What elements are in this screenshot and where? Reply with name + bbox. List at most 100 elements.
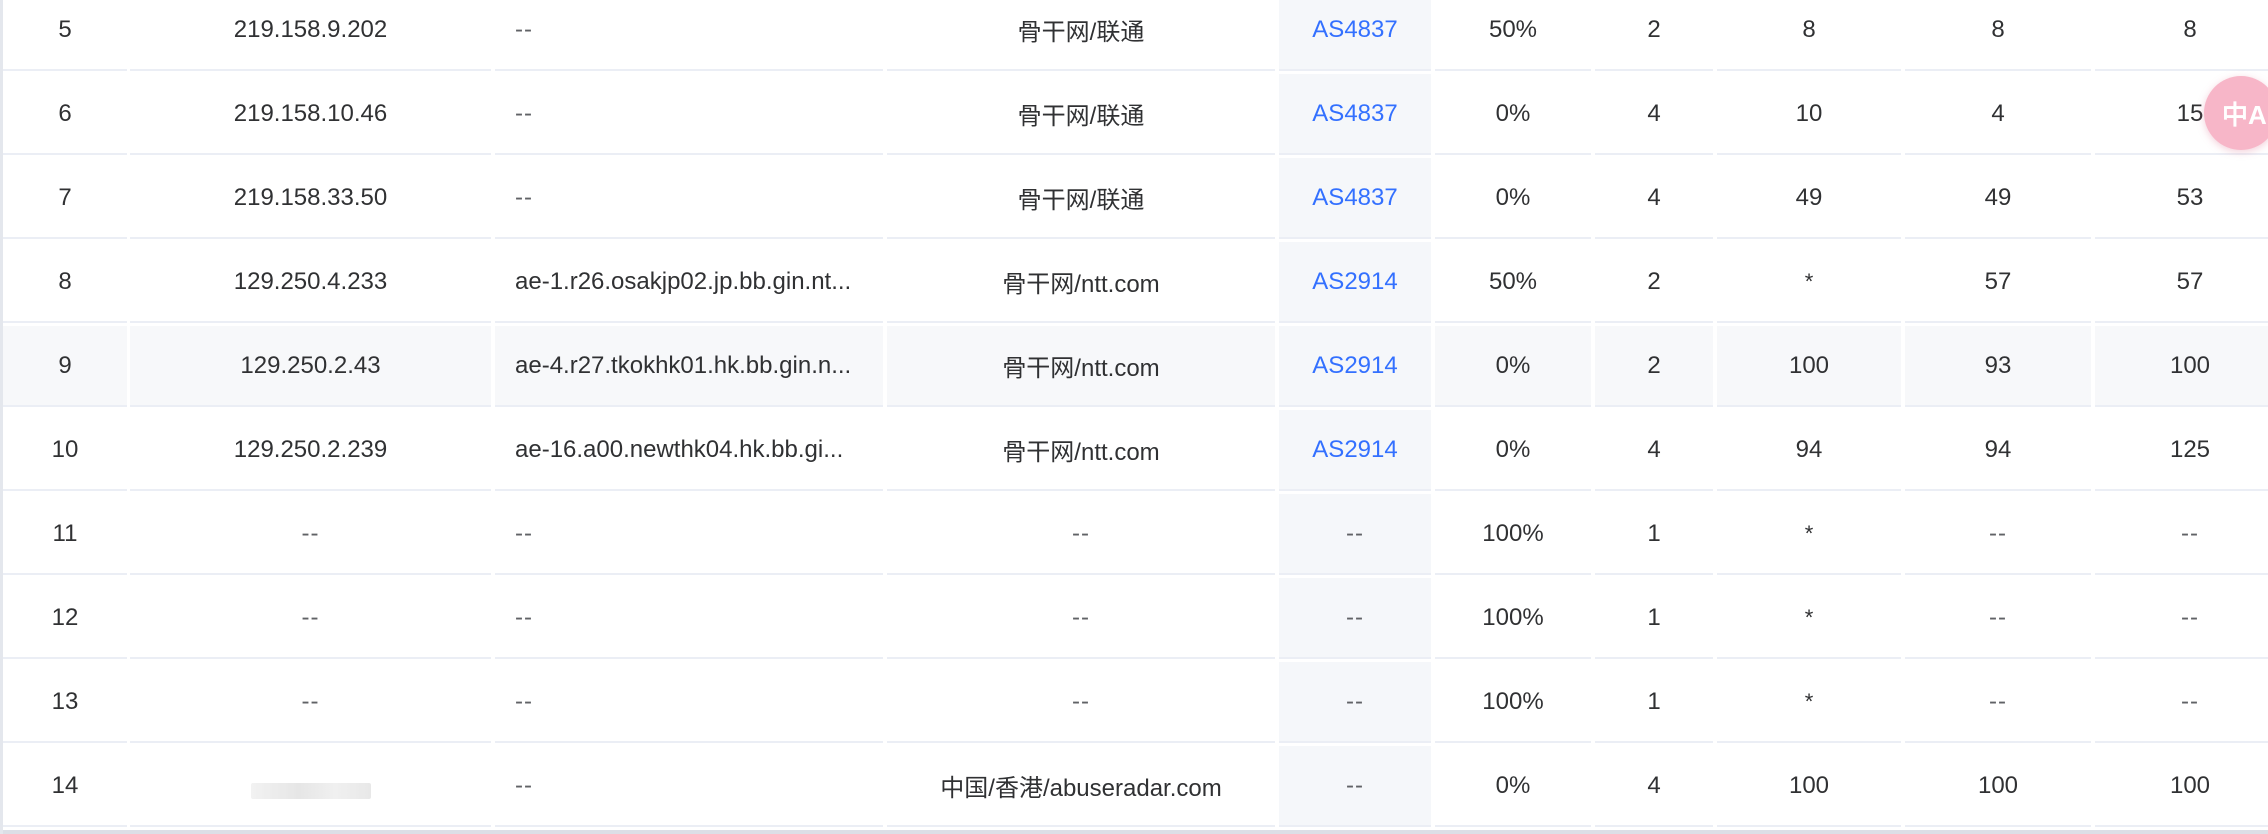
cell-asn: AS4837: [1279, 0, 1431, 71]
cell-asn: --: [1279, 578, 1431, 659]
cell-last: 100: [1717, 746, 1901, 827]
cell-worst: 125: [2095, 410, 2268, 491]
cell-hostname: --: [495, 578, 883, 659]
cell-sent: 4: [1595, 410, 1713, 491]
table-row[interactable]: 8 129.250.4.233 ae-1.r26.osakjp02.jp.bb.gi…: [3, 242, 2268, 326]
asn-value: --: [1346, 771, 1364, 799]
avg-value: --: [1989, 687, 2007, 715]
hostname-value: --: [515, 771, 533, 799]
hop-value: 7: [58, 183, 72, 211]
cell-loss: 100%: [1435, 494, 1591, 575]
table-row[interactable]: 10 129.250.2.239 ae-16.a00.newthk04.hk.bb.…: [3, 410, 2268, 494]
cell-hop: 10: [3, 410, 127, 491]
table-bottom-border: [3, 830, 2268, 834]
sent-value: 2: [1647, 15, 1661, 43]
ip-value: 219.158.10.46: [233, 99, 388, 127]
cell-location: 骨干网/ntt.com: [887, 242, 1275, 323]
location-value: 骨干网/ntt.com: [1002, 271, 1160, 298]
cell-worst: 53: [2095, 158, 2268, 239]
cell-hop: 11: [3, 494, 127, 575]
worst-value: --: [2181, 687, 2199, 715]
cell-location: --: [887, 662, 1275, 743]
cell-sent: 1: [1595, 662, 1713, 743]
cell-sent: 1: [1595, 578, 1713, 659]
cell-loss: 100%: [1435, 662, 1591, 743]
sent-value: 4: [1647, 183, 1661, 211]
ip-value: 129.250.2.43: [240, 351, 381, 379]
last-value: 100: [1788, 351, 1830, 379]
cell-hostname: ae-16.a00.newthk04.hk.bb.gi...: [495, 410, 883, 491]
location-value: 骨干网/联通: [1017, 187, 1145, 214]
sent-value: 2: [1647, 267, 1661, 295]
loss-value: 0%: [1495, 99, 1531, 127]
hop-value: 13: [51, 687, 79, 715]
cell-worst: --: [2095, 662, 2268, 743]
cell-location: 骨干网/ntt.com: [887, 326, 1275, 407]
avg-value: 57: [1984, 267, 2012, 295]
cell-ip: --: [130, 494, 491, 575]
cell-sent: 1: [1595, 494, 1713, 575]
asn-value: --: [1346, 687, 1364, 715]
cell-avg: 49: [1905, 158, 2091, 239]
cell-hostname: --: [495, 74, 883, 155]
cell-ip: 129.250.2.239: [130, 410, 491, 491]
hostname-value: --: [515, 687, 533, 715]
table-row[interactable]: 6 219.158.10.46 -- 骨干网/联通 AS4837 0% 4 10 4 15: [3, 74, 2268, 158]
location-value: 骨干网/联通: [1017, 103, 1145, 130]
asn-link[interactable]: AS2914: [1312, 268, 1397, 296]
worst-value: 53: [2176, 183, 2204, 211]
hop-value: 11: [52, 519, 78, 547]
ip-value: 129.250.4.233: [233, 267, 388, 295]
cell-hostname: --: [495, 0, 883, 71]
table-row[interactable]: 14 -- 中国/香港/abuseradar.com -- 0% 4 100 100 100: [3, 746, 2268, 830]
location-value: 骨干网/ntt.com: [1002, 355, 1160, 382]
sent-value: 1: [1647, 687, 1661, 715]
worst-value: 100: [2169, 351, 2211, 379]
asn-link[interactable]: AS4837: [1312, 184, 1397, 212]
translate-button[interactable]: 中A: [2204, 76, 2268, 150]
cell-hop: 14: [3, 746, 127, 827]
cell-sent: 2: [1595, 0, 1713, 71]
asn-link[interactable]: AS4837: [1312, 100, 1397, 128]
loss-value: 0%: [1495, 435, 1531, 463]
table-row[interactable]: 12 -- -- -- -- 100% 1 * -- --: [3, 578, 2268, 662]
cell-hostname: --: [495, 662, 883, 743]
table-row[interactable]: 9 129.250.2.43 ae-4.r27.tkokhk01.hk.bb.gin…: [3, 326, 2268, 410]
table-row[interactable]: 7 219.158.33.50 -- 骨干网/联通 AS4837 0% 4 49 49 53: [3, 158, 2268, 242]
asn-link[interactable]: AS4837: [1312, 16, 1397, 44]
cell-asn: --: [1279, 746, 1431, 827]
cell-location: 骨干网/联通: [887, 74, 1275, 155]
cell-hop: 5: [3, 0, 127, 71]
table-row[interactable]: 11 -- -- -- -- 100% 1 * -- --: [3, 494, 2268, 578]
cell-last: *: [1717, 662, 1901, 743]
cell-asn: --: [1279, 494, 1431, 575]
cell-hop: 7: [3, 158, 127, 239]
avg-value: 94: [1984, 435, 2012, 463]
cell-ip: 129.250.4.233: [130, 242, 491, 323]
cell-loss: 0%: [1435, 326, 1591, 407]
table-row[interactable]: 13 -- -- -- -- 100% 1 * -- --: [3, 662, 2268, 746]
cell-avg: 4: [1905, 74, 2091, 155]
cell-ip: 129.250.2.43: [130, 326, 491, 407]
location-value: 骨干网/联通: [1017, 19, 1145, 46]
hop-value: 12: [51, 603, 79, 631]
hop-value: 5: [58, 15, 72, 43]
cell-asn: AS4837: [1279, 74, 1431, 155]
ip-value: --: [301, 687, 320, 715]
last-value: *: [1804, 268, 1814, 294]
cell-hop: 6: [3, 74, 127, 155]
cell-loss: 50%: [1435, 0, 1591, 71]
cell-avg: 57: [1905, 242, 2091, 323]
cell-loss: 50%: [1435, 242, 1591, 323]
cell-ip: --: [130, 578, 491, 659]
location-value: 骨干网/ntt.com: [1002, 439, 1160, 466]
cell-worst: 100: [2095, 326, 2268, 407]
cell-last: 8: [1717, 0, 1901, 71]
hostname-value: ae-1.r26.osakjp02.jp.bb.gin.nt...: [515, 267, 852, 295]
asn-link[interactable]: AS2914: [1312, 436, 1397, 464]
asn-link[interactable]: AS2914: [1312, 352, 1397, 380]
loss-value: 50%: [1488, 267, 1538, 295]
cell-last: 49: [1717, 158, 1901, 239]
table-row[interactable]: 5 219.158.9.202 -- 骨干网/联通 AS4837 50% 2 8 8 8: [3, 0, 2268, 74]
avg-value: 49: [1984, 183, 2012, 211]
